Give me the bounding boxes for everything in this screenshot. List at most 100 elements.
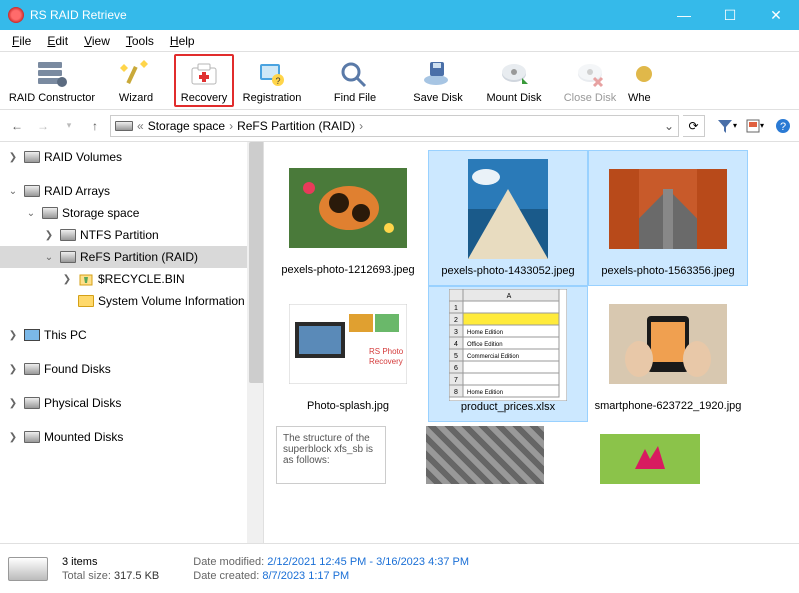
tree-panel: ❯RAID Volumes ⌄RAID Arrays ⌄Storage spac…: [0, 142, 264, 543]
file-thumbnail[interactable]: [426, 426, 544, 484]
file-thumbnail[interactable]: [600, 434, 700, 484]
svg-text:7: 7: [454, 377, 458, 384]
tree-recycle[interactable]: ❯$RECYCLE.BIN: [0, 268, 263, 290]
partition-icon: [60, 251, 76, 263]
save-disk-icon: [422, 58, 454, 90]
minimize-button[interactable]: ―: [661, 0, 707, 30]
file-item[interactable]: A123Home Edition4Office Edition5Commerci…: [428, 286, 588, 422]
wizard-button[interactable]: Wizard: [98, 54, 174, 107]
tree-found-disks[interactable]: ❯Found Disks: [0, 358, 263, 380]
close-disk-icon: [574, 58, 606, 90]
view-button[interactable]: ▾: [745, 116, 765, 136]
file-name: Photo-splash.jpg: [307, 400, 389, 412]
back-button[interactable]: ←: [6, 115, 28, 137]
svg-text:?: ?: [780, 121, 786, 133]
close-button[interactable]: ✕: [753, 0, 799, 30]
wizard-icon: [120, 58, 152, 90]
svg-text:1: 1: [454, 305, 458, 312]
breadcrumb-dropdown[interactable]: ⌄: [664, 119, 674, 133]
recovery-icon: [188, 58, 220, 90]
drive-icon: [115, 121, 133, 131]
help-button[interactable]: ?: [773, 116, 793, 136]
disk-icon: [24, 431, 40, 443]
text-preview[interactable]: The structure of the superblock xfs_sb i…: [276, 426, 386, 484]
svg-text:3: 3: [454, 329, 458, 336]
svg-text:Home Edition: Home Edition: [467, 390, 503, 396]
search-icon: [339, 58, 371, 90]
disk-icon: [24, 363, 40, 375]
array-icon: [24, 185, 40, 197]
drive-icon: [42, 207, 58, 219]
raid-constructor-button[interactable]: RAID Constructor: [6, 54, 98, 107]
file-name: pexels-photo-1563356.jpeg: [601, 265, 734, 277]
titlebar: RS RAID Retrieve ― ☐ ✕: [0, 0, 799, 30]
svg-text:RS Photo: RS Photo: [369, 347, 404, 356]
mount-disk-icon: [498, 58, 530, 90]
folder-icon: [78, 295, 94, 307]
pc-icon: [24, 329, 40, 341]
breadcrumb[interactable]: « Storage space › ReFS Partition (RAID) …: [110, 115, 679, 137]
registration-button[interactable]: ? Registration: [234, 54, 310, 107]
svg-text:Home Edition: Home Edition: [467, 330, 503, 336]
file-item[interactable]: pexels-photo-1212693.jpeg: [268, 150, 428, 286]
crumb-refs[interactable]: ReFS Partition (RAID): [237, 119, 355, 133]
file-name: pexels-photo-1433052.jpeg: [441, 265, 574, 277]
tree-ntfs[interactable]: ❯NTFS Partition: [0, 224, 263, 246]
menu-help[interactable]: Help: [162, 32, 203, 50]
navbar: ← → ▾ ↑ « Storage space › ReFS Partition…: [0, 110, 799, 142]
tree-raid-volumes[interactable]: ❯RAID Volumes: [0, 146, 263, 168]
tree-refs[interactable]: ⌄ReFS Partition (RAID): [0, 246, 263, 268]
statusbar: 3 items Total size: 317.5 KB Date modifi…: [0, 543, 799, 593]
file-name: pexels-photo-1212693.jpeg: [281, 264, 414, 276]
app-logo-icon: [8, 7, 24, 23]
filter-button[interactable]: ▾: [717, 116, 737, 136]
menu-view[interactable]: View: [76, 32, 118, 50]
menu-tools[interactable]: Tools: [118, 32, 162, 50]
toolbar: RAID Constructor Wizard Recovery ? Regis…: [0, 52, 799, 110]
svg-text:2: 2: [454, 317, 458, 324]
toolbar-overflow[interactable]: Whe: [628, 54, 658, 107]
maximize-button[interactable]: ☐: [707, 0, 753, 30]
forward-button[interactable]: →: [32, 115, 54, 137]
file-item[interactable]: pexels-photo-1563356.jpeg: [588, 150, 748, 286]
raid-icon: [36, 58, 68, 90]
window-title: RS RAID Retrieve: [30, 8, 127, 22]
mount-disk-button[interactable]: Mount Disk: [476, 54, 552, 107]
svg-text:A: A: [507, 293, 512, 300]
recovery-button[interactable]: Recovery: [174, 54, 234, 107]
file-grid: pexels-photo-1212693.jpeg pexels-photo-14…: [264, 142, 799, 543]
save-disk-button[interactable]: Save Disk: [400, 54, 476, 107]
up-button[interactable]: ↑: [84, 115, 106, 137]
tree-storage-space[interactable]: ⌄Storage space: [0, 202, 263, 224]
tree-mounted-disks[interactable]: ❯Mounted Disks: [0, 426, 263, 448]
volume-icon: [24, 151, 40, 163]
tree-scrollbar[interactable]: [247, 142, 263, 543]
svg-text:Office Edition: Office Edition: [467, 342, 503, 348]
menu-file[interactable]: File: [4, 32, 39, 50]
disk-icon: [24, 397, 40, 409]
menu-edit[interactable]: Edit: [39, 32, 76, 50]
svg-text:Recovery: Recovery: [369, 357, 403, 366]
tree-physical-disks[interactable]: ❯Physical Disks: [0, 392, 263, 414]
file-thumbnail: RS PhotoRecovery: [289, 294, 407, 394]
menubar: File Edit View Tools Help: [0, 30, 799, 52]
refresh-button[interactable]: ⟳: [683, 115, 705, 137]
history-dropdown[interactable]: ▾: [58, 115, 80, 137]
file-item[interactable]: pexels-photo-1433052.jpeg: [428, 150, 588, 286]
recycle-icon: [78, 273, 94, 285]
partition-icon: [60, 229, 76, 241]
svg-text:Commercial Edition: Commercial Edition: [467, 354, 519, 360]
registration-icon: ?: [256, 58, 288, 90]
file-item[interactable]: smartphone-623722_1920.jpg: [588, 286, 748, 422]
file-item[interactable]: RS PhotoRecovery Photo-splash.jpg: [268, 286, 428, 422]
crumb-storage[interactable]: Storage space: [148, 119, 225, 133]
tree-this-pc[interactable]: ❯This PC: [0, 324, 263, 346]
svg-text:5: 5: [454, 353, 458, 360]
tree-raid-arrays[interactable]: ⌄RAID Arrays: [0, 180, 263, 202]
tree-sysvol[interactable]: System Volume Information: [0, 290, 263, 312]
close-disk-button[interactable]: Close Disk: [552, 54, 628, 107]
svg-text:8: 8: [454, 389, 458, 396]
find-file-button[interactable]: Find File: [310, 54, 400, 107]
drive-icon: [8, 557, 48, 581]
svg-text:6: 6: [454, 365, 458, 372]
